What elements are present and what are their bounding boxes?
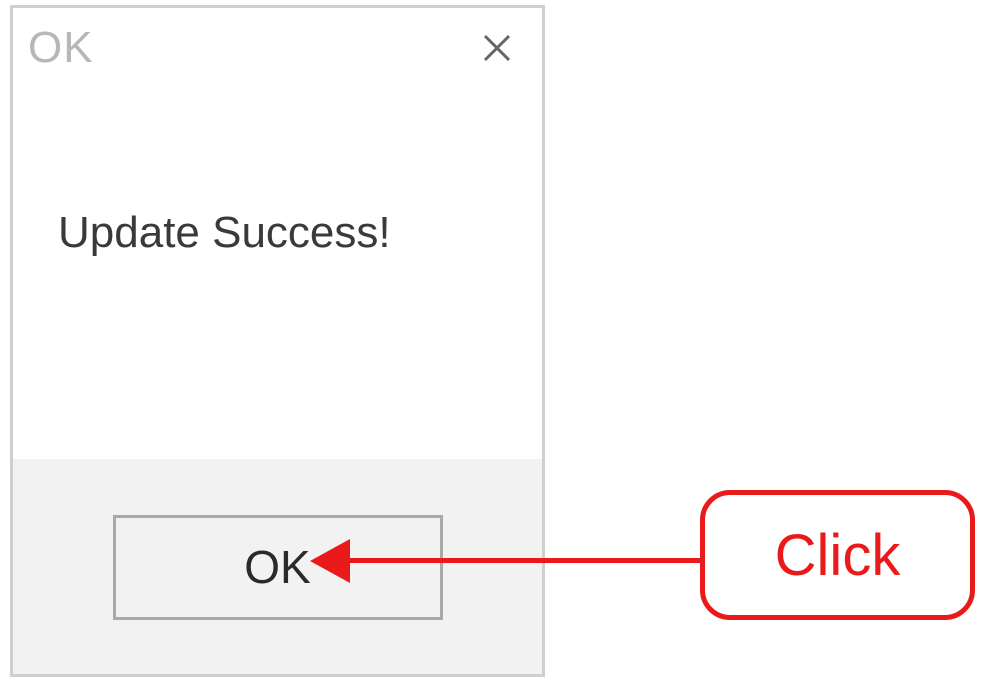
close-icon — [479, 30, 515, 66]
annotation-arrow-line — [340, 558, 700, 563]
annotation-label: Click — [775, 522, 901, 589]
dialog-body: Update Success! — [13, 88, 542, 459]
ok-button[interactable]: OK — [113, 515, 443, 620]
close-button[interactable] — [467, 18, 527, 78]
message-dialog: OK Update Success! OK — [10, 5, 545, 677]
dialog-title: OK — [28, 23, 94, 73]
dialog-titlebar: OK — [13, 8, 542, 88]
dialog-footer: OK — [13, 459, 542, 674]
dialog-message: Update Success! — [58, 208, 502, 258]
annotation-callout: Click — [700, 490, 975, 620]
annotation-arrow-head-icon — [310, 539, 350, 583]
